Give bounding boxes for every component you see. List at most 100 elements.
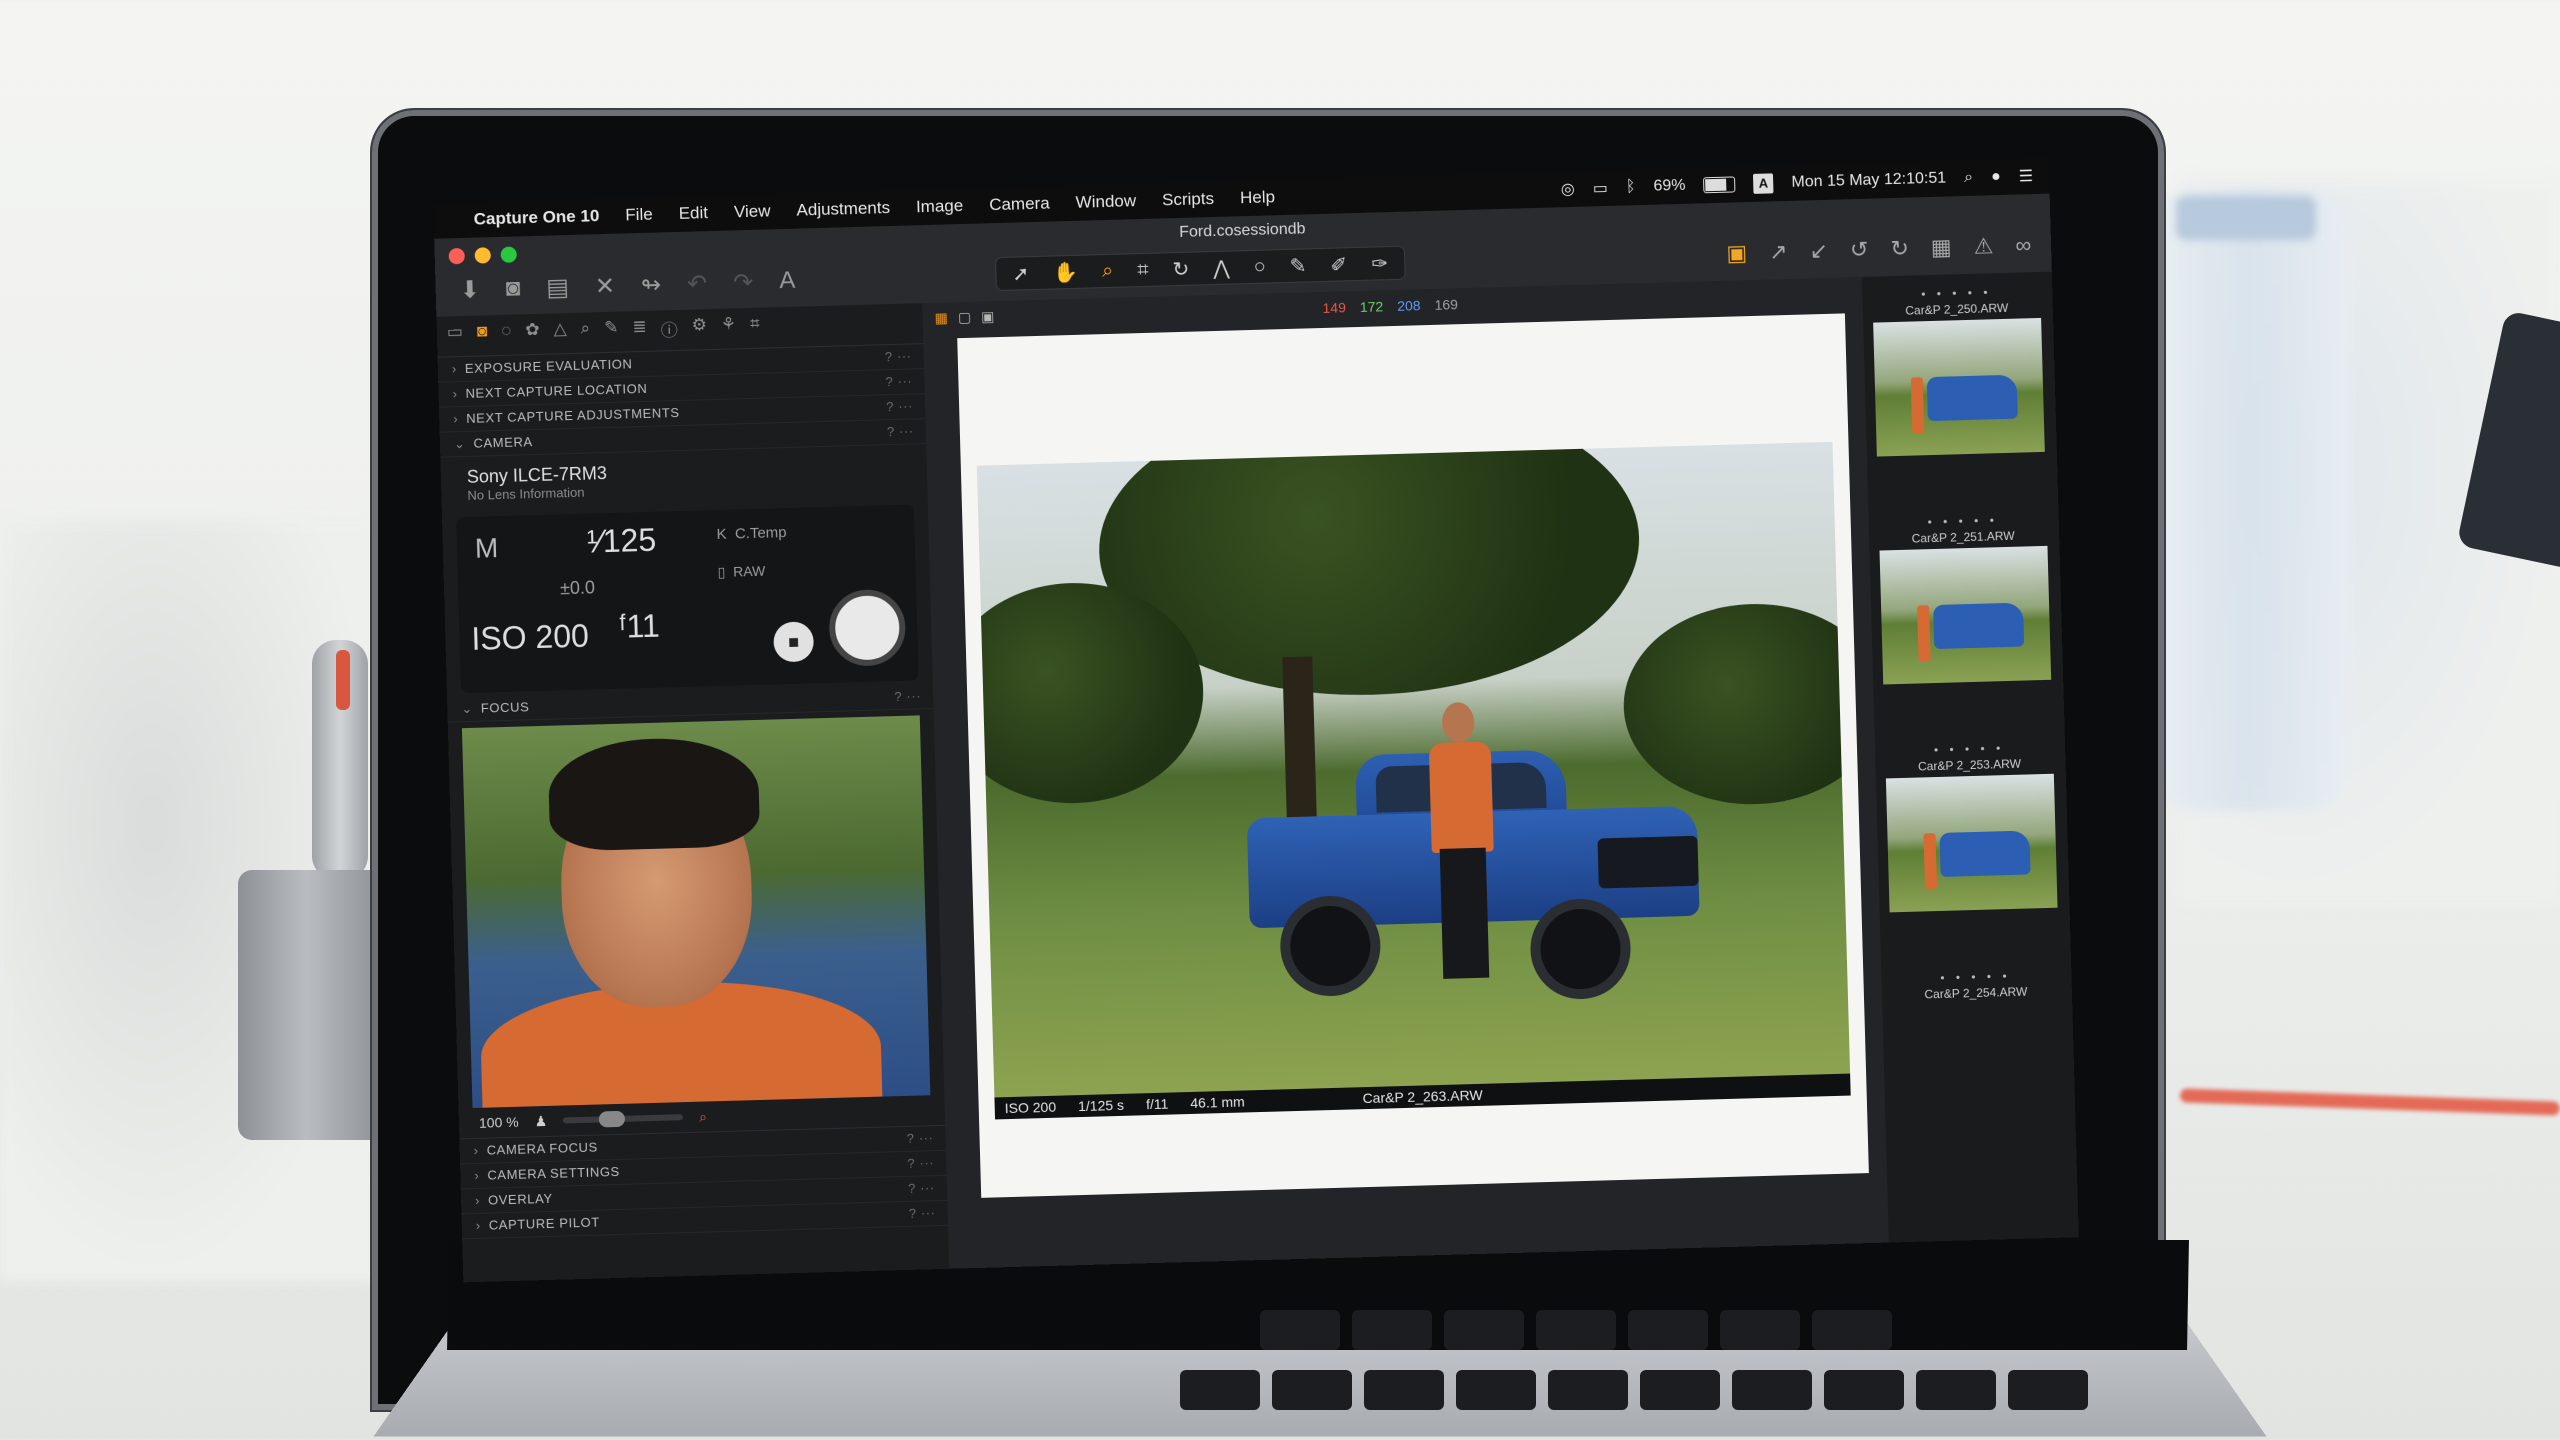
notification-center-icon[interactable]: ☰ — [2018, 166, 2034, 186]
pan-tool-icon[interactable]: ✋ — [1053, 259, 1079, 285]
redo-icon[interactable]: ↷ — [733, 268, 754, 298]
brush-icon[interactable]: ✐ — [1330, 252, 1347, 277]
key — [1364, 1370, 1444, 1410]
main-photo[interactable] — [976, 441, 1851, 1098]
focus-loupe-icon[interactable]: ⌕ — [699, 1108, 707, 1125]
video-record-button[interactable]: ■ — [773, 621, 815, 663]
single-view-icon[interactable]: ▢ — [958, 308, 972, 325]
aperture-value[interactable]: ᶠ11 — [619, 608, 661, 646]
apply-adjustments-icon[interactable]: ↙ — [1809, 238, 1828, 265]
menu-view[interactable]: View — [734, 201, 771, 222]
color-tab-icon[interactable]: ✿ — [525, 320, 540, 354]
reset-icon[interactable]: ↺ — [1850, 237, 1869, 264]
spot-removal-icon[interactable]: ○ — [1253, 255, 1266, 278]
color-picker-icon[interactable]: ✎ — [1289, 253, 1306, 278]
airplay-icon[interactable]: ▭ — [1592, 178, 1609, 198]
key — [1180, 1370, 1260, 1410]
thumbnail[interactable]: • • • • • Car&P 2_254.ARW — [1891, 968, 2065, 1173]
blue-value: 208 — [1396, 297, 1421, 314]
app-menu[interactable]: Capture One 10 — [473, 206, 599, 230]
open-folder-icon[interactable]: ▤ — [546, 273, 569, 303]
thumbnail-image[interactable] — [1873, 317, 2045, 457]
delete-icon[interactable]: ✕ — [595, 272, 616, 302]
green-value: 172 — [1359, 298, 1384, 315]
thumbnail-image[interactable] — [1885, 773, 2058, 913]
capture-button[interactable] — [828, 588, 907, 667]
person-legs — [1439, 847, 1490, 979]
menu-adjustments[interactable]: Adjustments — [796, 198, 890, 221]
key — [1628, 1310, 1708, 1350]
keystone-tool-icon[interactable]: ⋀ — [1213, 255, 1230, 280]
file-format[interactable]: ▯ RAW — [717, 563, 765, 581]
menu-window[interactable]: Window — [1075, 191, 1136, 213]
exposure-mode[interactable]: M — [474, 532, 498, 565]
shutter-speed[interactable]: ¹⁄125 — [586, 522, 656, 561]
battery-percent: 69% — [1653, 176, 1686, 195]
process-icon[interactable]: ↬ — [641, 270, 662, 300]
lens-tab-icon[interactable]: ◌ — [501, 321, 512, 355]
exposure-compensation[interactable]: ±0.0 — [560, 577, 595, 599]
key — [1732, 1370, 1812, 1410]
menu-help[interactable]: Help — [1240, 187, 1276, 208]
apple-icon[interactable] — [434, 220, 474, 221]
capture-icon[interactable]: ◙ — [505, 274, 520, 303]
truck-grille — [1597, 835, 1699, 889]
import-icon[interactable]: ⬇ — [459, 276, 480, 306]
undo-icon[interactable]: ↶ — [687, 269, 708, 299]
select-tool-icon[interactable]: ➚ — [1012, 261, 1029, 286]
menu-camera[interactable]: Camera — [989, 194, 1050, 216]
rotate-tool-icon[interactable]: ↻ — [1172, 256, 1189, 281]
exposure-tab-icon[interactable]: △ — [553, 319, 567, 353]
copy-adjustments-icon[interactable]: ↗ — [1769, 239, 1788, 266]
menu-image[interactable]: Image — [916, 196, 964, 217]
siri-icon[interactable]: ● — [1991, 168, 2001, 186]
proof-glasses-icon[interactable]: ∞ — [2015, 232, 2031, 258]
metadata-tab-icon[interactable]: ⓘ — [660, 316, 678, 350]
grid-icon[interactable]: ▦ — [1931, 234, 1953, 261]
key — [1456, 1370, 1536, 1410]
white-balance[interactable]: K C.Temp — [716, 524, 786, 543]
output-tab-icon[interactable]: ⚙ — [691, 315, 707, 349]
zoom-tool-icon[interactable]: ⌕ — [1102, 259, 1114, 282]
multi-view-icon[interactable]: ▦ — [934, 309, 948, 326]
menu-edit[interactable]: Edit — [678, 203, 708, 224]
warning-icon[interactable]: ⚠ — [1973, 233, 1993, 260]
spotlight-icon[interactable]: ⌕ — [1964, 169, 1973, 187]
bluetooth-icon[interactable]: ᛒ — [1626, 178, 1636, 196]
library-tab-icon[interactable]: ▭ — [447, 322, 464, 356]
thumbnail[interactable]: • • • • • Car&P 2_253.ARW — [1885, 740, 2059, 945]
creative-cloud-icon[interactable]: ◎ — [1561, 179, 1576, 199]
iso-value[interactable]: ISO 200 — [471, 618, 589, 658]
person-head — [1441, 701, 1475, 743]
keyboard-row — [1180, 1370, 2088, 1410]
thumbnail-image[interactable] — [1879, 545, 2052, 685]
crop-tool-icon[interactable]: ⌗ — [1137, 258, 1149, 281]
focus-zoom-slider[interactable] — [563, 1110, 684, 1128]
clock[interactable]: Mon 15 May 12:10:51 — [1791, 170, 1946, 192]
person-icon[interactable]: ♟ — [534, 1112, 547, 1129]
stack-icon[interactable]: ▣ — [1726, 240, 1748, 267]
thumbnail[interactable]: • • • • • Car&P 2_250.ARW — [1872, 284, 2046, 489]
key — [2008, 1370, 2088, 1410]
menu-file[interactable]: File — [625, 205, 653, 226]
eraser-icon[interactable]: ✑ — [1371, 251, 1388, 276]
batch-tab-icon[interactable]: ⚘ — [721, 314, 737, 348]
mini-person — [1917, 605, 1931, 662]
browser-panel: • • • • • Car&P 2_250.ARW • • • • • Car&… — [1861, 271, 2079, 1243]
key — [1548, 1370, 1628, 1410]
red-cable — [2179, 1088, 2560, 1116]
details-tab-icon[interactable]: ⌕ — [580, 318, 590, 352]
compare-view-icon[interactable]: ▣ — [981, 308, 995, 325]
rotate-right-icon[interactable]: ↻ — [1890, 236, 1909, 263]
menu-scripts[interactable]: Scripts — [1162, 189, 1215, 210]
slider-knob[interactable] — [598, 1110, 626, 1128]
capture-tab-icon[interactable]: ◙ — [477, 321, 488, 355]
thumbnail[interactable]: • • • • • Car&P 2_251.ARW — [1879, 512, 2053, 717]
battery-icon[interactable] — [1703, 176, 1736, 194]
focus-zoom-level[interactable]: 100 % — [479, 1114, 519, 1131]
local-adjust-tab-icon[interactable]: ✎ — [604, 318, 619, 352]
input-source-icon[interactable]: A — [1753, 173, 1774, 194]
text-overlay-icon[interactable]: A — [779, 267, 796, 296]
crop-tab-icon[interactable]: ⌗ — [750, 314, 761, 348]
adjustments-tab-icon[interactable]: ≣ — [632, 317, 647, 351]
